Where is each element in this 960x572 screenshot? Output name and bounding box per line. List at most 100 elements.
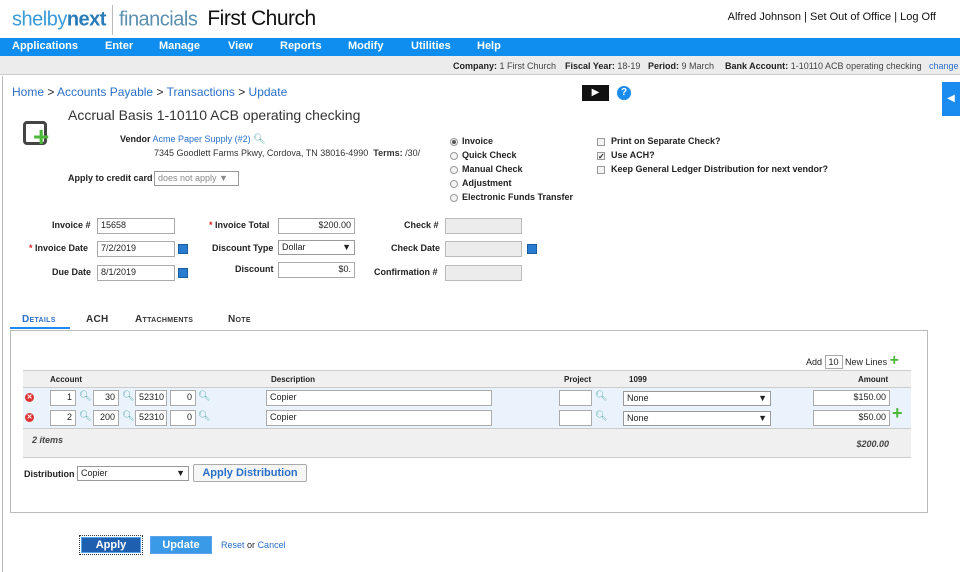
- add-lines-count[interactable]: 10: [824, 355, 843, 369]
- nav-manage[interactable]: Manage: [159, 40, 200, 52]
- checkbox-print-separate[interactable]: Print on Separate Check?: [597, 134, 828, 148]
- main-nav: Applications Enter Manage View Reports M…: [0, 38, 960, 56]
- 1099-select[interactable]: None ▼: [623, 411, 771, 426]
- amount-input[interactable]: $50.00: [813, 410, 890, 426]
- invoice-no-input[interactable]: 15658: [97, 218, 175, 234]
- table-row: ✕ 1 🔍︎ 30 🔍︎ 52310 0 🔍︎ Copier 🔍︎ None ▼ …: [23, 388, 911, 408]
- nav-reports[interactable]: Reports: [280, 40, 322, 52]
- checkbox-keep-gl[interactable]: Keep General Ledger Distribution for nex…: [597, 162, 828, 176]
- calendar-icon[interactable]: [178, 268, 188, 278]
- options-group: Print on Separate Check? ✓ Use ACH? Keep …: [597, 134, 828, 176]
- tab-note[interactable]: Note: [228, 314, 251, 325]
- search-icon[interactable]: 🔍︎: [253, 134, 266, 145]
- breadcrumb-update[interactable]: Update: [249, 85, 288, 99]
- due-date-input[interactable]: 8/1/2019: [97, 265, 175, 281]
- delete-row-icon[interactable]: ✕: [25, 393, 34, 402]
- cancel-link[interactable]: Cancel: [258, 540, 286, 550]
- search-icon[interactable]: 🔍︎: [122, 411, 135, 422]
- checkbox-use-ach[interactable]: ✓ Use ACH?: [597, 148, 828, 162]
- breadcrumb-transactions[interactable]: Transactions: [167, 85, 235, 99]
- invoice-total-label: * Invoice Total: [209, 220, 270, 230]
- logoff-link[interactable]: Log Off: [900, 11, 936, 23]
- side-panel-toggle[interactable]: ◀: [942, 82, 960, 116]
- invoice-date-label: * Invoice Date: [29, 243, 89, 253]
- tab-attachments[interactable]: Attachments: [135, 314, 193, 325]
- account-fund-input[interactable]: 2: [50, 410, 76, 426]
- check-date-input[interactable]: [445, 241, 522, 257]
- radio-quick-check[interactable]: Quick Check: [450, 148, 573, 162]
- vendor-link[interactable]: Acme Paper Supply (#2): [153, 134, 251, 144]
- search-icon[interactable]: 🔍︎: [198, 391, 211, 402]
- due-date-label: Due Date: [52, 267, 92, 277]
- video-icon[interactable]: ▶: [582, 85, 609, 101]
- breadcrumb: Home > Accounts Payable > Transactions >…: [12, 85, 288, 99]
- add-new-icon[interactable]: +: [23, 121, 49, 151]
- account-fund-input[interactable]: 1: [50, 390, 76, 406]
- discount-type-select[interactable]: Dollar ▼: [278, 240, 355, 255]
- nav-view[interactable]: View: [228, 40, 253, 52]
- radio-manual-check[interactable]: Manual Check: [450, 162, 573, 176]
- breadcrumb-home[interactable]: Home: [12, 85, 44, 99]
- reset-link[interactable]: Reset: [221, 540, 245, 550]
- change-link[interactable]: change: [929, 61, 959, 71]
- breadcrumb-accounts-payable[interactable]: Accounts Payable: [57, 85, 153, 99]
- nav-modify[interactable]: Modify: [348, 40, 383, 52]
- out-of-office-link[interactable]: Set Out of Office: [810, 11, 891, 23]
- search-icon[interactable]: 🔍︎: [595, 411, 608, 422]
- distribution-select[interactable]: Copier ▼: [77, 466, 189, 481]
- account-number-input[interactable]: 52310: [135, 410, 167, 426]
- chevron-left-icon: ◀: [947, 93, 955, 104]
- church-name: First Church: [207, 7, 316, 31]
- update-button[interactable]: Update: [150, 536, 212, 554]
- invoice-date-input[interactable]: 7/2/2019: [97, 241, 175, 257]
- calendar-icon[interactable]: [178, 244, 188, 254]
- bank-account-info: Bank Account: 1-10110 ACB operating chec…: [725, 61, 922, 71]
- tab-ach[interactable]: ACH: [86, 314, 109, 325]
- confirmation-input[interactable]: [445, 265, 522, 281]
- apply-distribution-button[interactable]: Apply Distribution: [193, 464, 307, 482]
- search-icon[interactable]: 🔍︎: [122, 391, 135, 402]
- 1099-select[interactable]: None ▼: [623, 391, 771, 406]
- account-dept-input[interactable]: 200: [93, 410, 119, 426]
- check-no-input[interactable]: [445, 218, 522, 234]
- details-total: $200.00: [856, 439, 889, 449]
- fiscal-year-info: Fiscal Year: 18-19: [565, 61, 641, 71]
- nav-help[interactable]: Help: [477, 40, 501, 52]
- tab-details[interactable]: Details: [22, 314, 56, 325]
- project-input[interactable]: [559, 390, 592, 406]
- page-title: Accrual Basis 1-10110 ACB operating chec…: [68, 107, 361, 123]
- account-number-input[interactable]: 52310: [135, 390, 167, 406]
- search-icon[interactable]: 🔍︎: [198, 411, 211, 422]
- apply-button[interactable]: Apply: [81, 537, 141, 553]
- description-input[interactable]: Copier: [266, 390, 492, 406]
- search-icon[interactable]: 🔍︎: [79, 411, 92, 422]
- discount-input[interactable]: $0.: [278, 262, 355, 278]
- table-header: Account Description Project 1099 Amount: [23, 370, 911, 388]
- search-icon[interactable]: 🔍︎: [79, 391, 92, 402]
- nav-applications[interactable]: Applications: [12, 40, 78, 52]
- user-name[interactable]: Alfred Johnson: [728, 11, 801, 23]
- invoice-total-input[interactable]: $200.00: [278, 218, 355, 234]
- table-row: ✕ 2 🔍︎ 200 🔍︎ 52310 0 🔍︎ Copier 🔍︎ None ▼…: [23, 408, 911, 428]
- active-tab-indicator: [10, 327, 70, 329]
- nav-utilities[interactable]: Utilities: [411, 40, 451, 52]
- search-icon[interactable]: 🔍︎: [595, 391, 608, 402]
- help-icon[interactable]: ?: [617, 86, 631, 100]
- add-row-plus-icon[interactable]: +: [892, 403, 903, 424]
- delete-row-icon[interactable]: ✕: [25, 413, 34, 422]
- account-sub-input[interactable]: 0: [170, 410, 196, 426]
- add-lines-plus-icon[interactable]: +: [890, 352, 899, 369]
- radio-invoice[interactable]: Invoice: [450, 134, 573, 148]
- nav-enter[interactable]: Enter: [105, 40, 133, 52]
- reset-cancel: Reset or Cancel: [221, 540, 286, 550]
- account-sub-input[interactable]: 0: [170, 390, 196, 406]
- account-dept-input[interactable]: 30: [93, 390, 119, 406]
- project-input[interactable]: [559, 410, 592, 426]
- radio-adjustment[interactable]: Adjustment: [450, 176, 573, 190]
- context-bar: Company: 1 First Church Fiscal Year: 18-…: [0, 56, 960, 75]
- description-input[interactable]: Copier: [266, 410, 492, 426]
- calendar-icon[interactable]: [527, 244, 537, 254]
- credit-card-select[interactable]: does not apply ▼: [154, 171, 239, 186]
- amount-input[interactable]: $150.00: [813, 390, 890, 406]
- radio-eft[interactable]: Electronic Funds Transfer: [450, 190, 573, 204]
